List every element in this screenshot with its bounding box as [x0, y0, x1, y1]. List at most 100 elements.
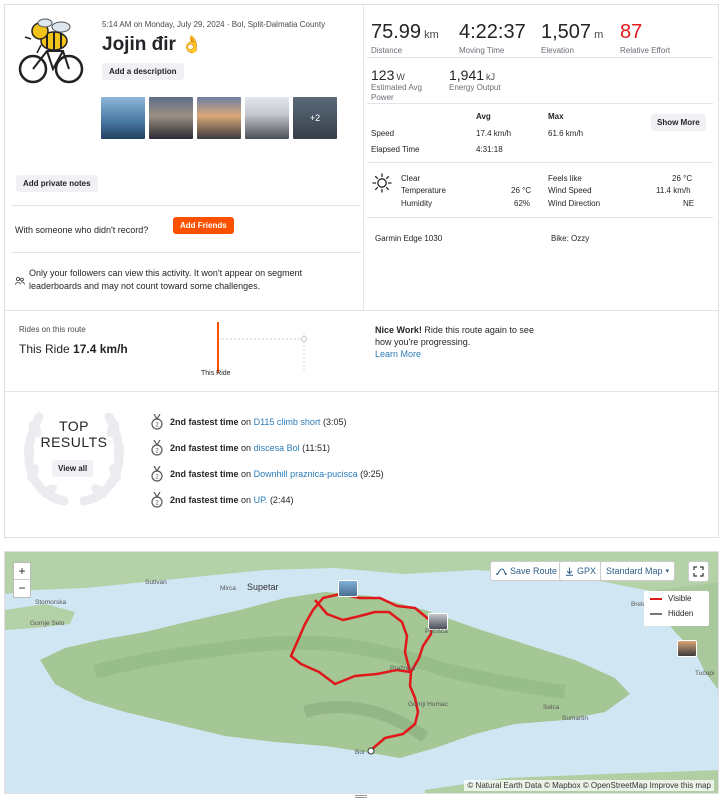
expand-icon: [693, 566, 704, 577]
map-style-label: Standard Map: [606, 566, 663, 576]
learn-more-link[interactable]: Learn More: [375, 349, 421, 359]
result-time: (9:25): [360, 469, 384, 479]
record-prompt: With someone who didn't record?: [15, 225, 149, 235]
fullscreen-button[interactable]: [688, 561, 709, 582]
place-label: Pražnica: [390, 665, 416, 672]
energy-value: 1,941: [449, 67, 485, 83]
stat-elevation: 1,507 m Elevation: [541, 21, 603, 55]
route-map[interactable]: Sutivan Mirca Supetar Stomorska Gornje S…: [4, 551, 719, 794]
activity-title-text: Jojin đir: [102, 34, 176, 55]
segment-link[interactable]: discesa Bol: [254, 443, 300, 453]
result-on: on: [241, 443, 252, 453]
top-result-item: 2 2nd fastest time on UP. (2:44): [150, 492, 293, 508]
distance-unit: km: [424, 29, 439, 41]
divider: [5, 310, 718, 311]
divider: [367, 162, 713, 163]
place-label: Tučepi: [695, 670, 715, 677]
zoom-in-button[interactable]: +: [14, 563, 30, 580]
wind-speed-label: Wind Speed: [548, 186, 592, 195]
place-label: Pučišća: [425, 628, 448, 635]
add-friends-button[interactable]: Add Friends: [173, 217, 234, 234]
humidity-value: 62%: [514, 199, 531, 208]
segment-link[interactable]: D115 climb short: [254, 417, 321, 427]
energy-unit: kJ: [486, 72, 496, 82]
elevation-value: 1,507: [541, 21, 592, 43]
wind-direction-label: Wind Direction: [548, 199, 601, 208]
legend-hidden-label: Hidden: [668, 609, 694, 618]
result-on: on: [241, 417, 252, 427]
activity-photo[interactable]: [197, 97, 241, 139]
map-style-select[interactable]: Standard Map ▾: [600, 561, 676, 581]
activity-title: Jojin đir 👌: [102, 34, 202, 56]
followers-icon: [15, 276, 25, 285]
segment-link[interactable]: UP.: [254, 495, 268, 505]
medal-icon: 2: [151, 492, 163, 508]
ok-hand-emoji: 👌: [181, 35, 203, 54]
view-all-button[interactable]: View all: [52, 460, 94, 477]
resize-handle[interactable]: [355, 795, 367, 798]
place-label: Sutivan: [145, 579, 167, 586]
stat-distance: 75.99 km Distance: [371, 21, 439, 55]
temperature-label: Temperature: [401, 186, 446, 195]
result-rank: 2nd fastest time: [170, 417, 239, 427]
activity-photo[interactable]: [101, 97, 145, 139]
nice-work-bold: Nice Work!: [375, 325, 422, 335]
sun-icon: [372, 173, 392, 193]
bike-name: Bike: Ozzy: [551, 234, 590, 243]
relative-effort-label: Relative Effort: [620, 46, 671, 55]
gpx-export-button[interactable]: GPX: [559, 561, 603, 581]
medal-icon: 2: [151, 440, 163, 456]
place-label: Gornji Humac: [408, 701, 448, 708]
route-icon: [496, 567, 507, 575]
result-rank: 2nd fastest time: [170, 443, 239, 453]
place-label: Selca: [543, 704, 560, 711]
nice-work-message: Nice Work! Ride this route again to see …: [375, 324, 535, 360]
athlete-avatar[interactable]: [17, 17, 85, 89]
activity-photo[interactable]: [149, 97, 193, 139]
photo-strip: +2: [101, 97, 337, 139]
this-ride-speed: This Ride 17.4 km/h: [19, 342, 128, 356]
place-label: Sumartin: [562, 715, 589, 722]
stat-relative-effort[interactable]: 87 Relative Effort: [620, 21, 670, 55]
this-ride-bar-label: This Ride: [201, 370, 231, 377]
column-divider: [363, 5, 364, 310]
wind-speed-value: 11.4 km/h: [656, 186, 691, 195]
segment-link[interactable]: Downhill praznica-pucisca: [254, 469, 358, 479]
max-header: Max: [548, 112, 564, 121]
top-result-item: 2 2nd fastest time on discesa Bol (11:51): [150, 440, 330, 456]
zoom-control: + −: [13, 562, 31, 598]
save-route-button[interactable]: Save Route: [490, 561, 564, 581]
route-end-marker: [367, 747, 375, 755]
map-photo-marker[interactable]: [338, 580, 358, 597]
legend-visible: Visible: [644, 591, 709, 606]
device-name: Garmin Edge 1030: [375, 234, 443, 243]
map-photo-marker[interactable]: [677, 640, 697, 657]
map-canvas[interactable]: [5, 552, 719, 794]
moving-time-label: Moving Time: [459, 46, 505, 55]
energy-label: Energy Output: [449, 83, 501, 92]
power-value: 123: [371, 67, 395, 83]
result-on: on: [241, 495, 252, 505]
more-photos-count: +2: [309, 113, 321, 123]
legend-visible-label: Visible: [668, 594, 692, 603]
top-result-item: 2 2nd fastest time on D115 climb short (3…: [150, 414, 346, 430]
elapsed-time-label: Elapsed Time: [371, 145, 420, 154]
divider: [11, 205, 361, 206]
zoom-out-button[interactable]: −: [14, 580, 30, 597]
divider: [11, 252, 361, 253]
stat-energy: 1,941 kJ Energy Output: [449, 67, 501, 93]
place-label: Bol: [355, 749, 365, 756]
result-time: (2:44): [269, 495, 294, 505]
laurel-wreath-icon: [23, 412, 125, 506]
result-on: on: [241, 469, 252, 479]
activity-card: 5:14 AM on Monday, July 29, 2024 · Bol, …: [4, 4, 719, 538]
map-attribution[interactable]: © Natural Earth Data © Mapbox © OpenStre…: [464, 780, 714, 791]
add-private-notes-button[interactable]: Add private notes: [16, 175, 98, 192]
show-more-button[interactable]: Show More: [651, 114, 706, 131]
privacy-notice: Only your followers can view this activi…: [15, 267, 355, 293]
add-description-button[interactable]: Add a description: [102, 63, 184, 80]
download-icon: [566, 567, 573, 576]
activity-photo[interactable]: [245, 97, 289, 139]
more-photos-tile[interactable]: +2: [293, 97, 337, 139]
elevation-label: Elevation: [541, 46, 574, 55]
